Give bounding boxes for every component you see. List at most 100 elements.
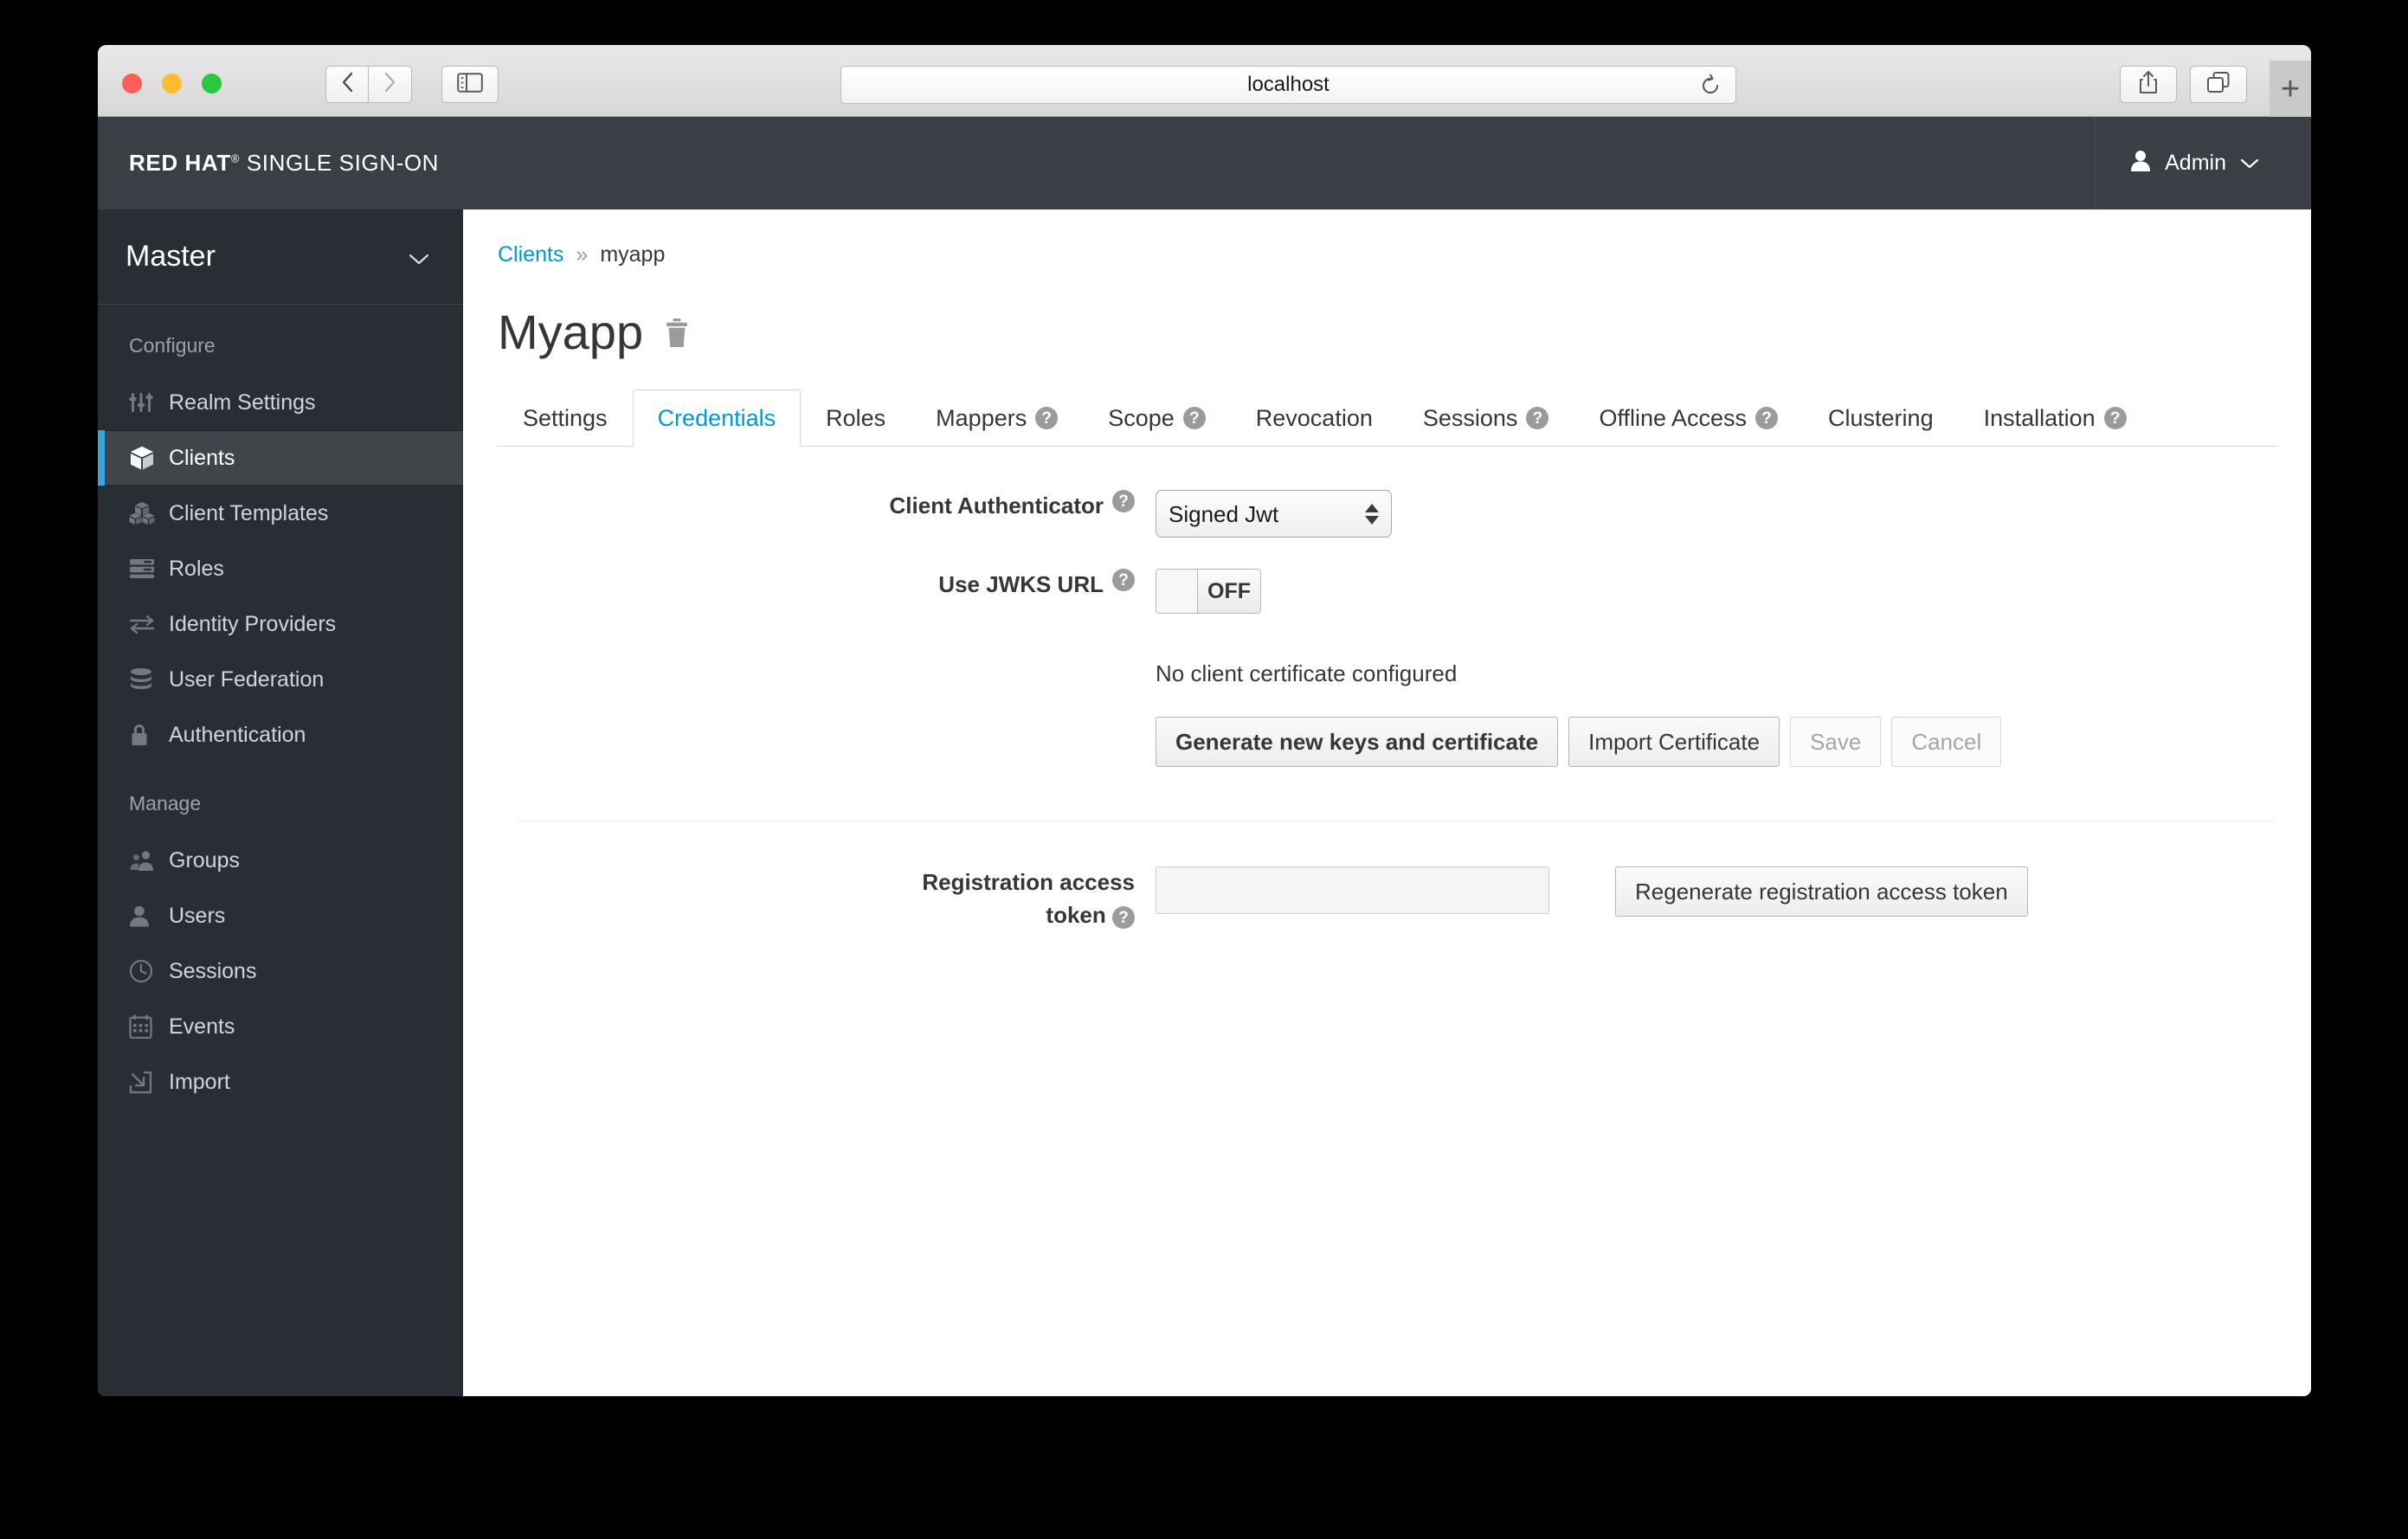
save-button[interactable]: Save xyxy=(1790,717,1882,767)
lock-icon xyxy=(129,723,169,747)
browser-window: localhost + RED HAT® SINGLE SIGN-ON Admi… xyxy=(98,45,2311,1396)
sidebar-item-label: Sessions xyxy=(169,958,257,983)
breadcrumb-current: myapp xyxy=(600,242,666,267)
tab-installation[interactable]: Installation ? xyxy=(1959,390,2152,447)
sidebar-toggle-button[interactable] xyxy=(441,66,499,103)
share-icon xyxy=(2138,70,2159,99)
sidebar-item-authentication[interactable]: Authentication xyxy=(98,707,463,763)
main-content: Clients » myapp Myapp Settings Credentia… xyxy=(463,209,2311,1396)
sidebar-item-label: Groups xyxy=(169,847,240,873)
cubes-icon xyxy=(129,501,169,525)
sidebar-item-identity-providers[interactable]: Identity Providers xyxy=(98,596,463,652)
credentials-form: Client Authenticator ? Signed Jwt Use JW… xyxy=(463,447,2311,931)
sidebar-item-label: Users xyxy=(169,903,226,928)
trash-icon[interactable] xyxy=(664,304,690,360)
brand-redhat: RED HAT xyxy=(129,150,231,176)
certificate-status-row: No client certificate configured Generat… xyxy=(463,648,2311,767)
sidebar-item-sessions[interactable]: Sessions xyxy=(98,943,463,999)
sidebar-toggle-icon xyxy=(457,72,483,97)
chevron-right-icon xyxy=(383,71,397,98)
use-jwks-url-toggle[interactable]: OFF xyxy=(1156,569,1261,614)
tab-roles[interactable]: Roles xyxy=(801,390,911,447)
breadcrumb: Clients » myapp xyxy=(463,209,2311,267)
back-button[interactable] xyxy=(325,66,369,103)
sidebar-item-label: Client Templates xyxy=(169,500,329,525)
help-icon[interactable]: ? xyxy=(1182,407,1206,429)
tab-offline-access[interactable]: Offline Access ? xyxy=(1574,390,1803,447)
sliders-icon xyxy=(129,390,169,415)
toggle-handle xyxy=(1156,570,1198,613)
sidebar: Master Configure Realm Settings Clients … xyxy=(98,209,463,1396)
client-authenticator-field: Signed Jwt xyxy=(1156,490,1392,538)
sidebar-item-realm-settings[interactable]: Realm Settings xyxy=(98,375,463,430)
cancel-button[interactable]: Cancel xyxy=(1891,717,2002,767)
forward-button[interactable] xyxy=(369,66,412,103)
tab-credentials[interactable]: Credentials xyxy=(632,390,802,447)
brand-product: SINGLE SIGN-ON xyxy=(246,150,440,176)
tab-label: Credentials xyxy=(657,404,776,431)
maximize-window-button[interactable] xyxy=(202,74,222,93)
tab-revocation[interactable]: Revocation xyxy=(1231,390,1398,447)
use-jwks-url-label: Use JWKS URL ? xyxy=(463,569,1156,602)
app-body: Master Configure Realm Settings Clients … xyxy=(98,209,2311,1396)
address-bar[interactable]: localhost xyxy=(840,66,1736,104)
brand-logo[interactable]: RED HAT® SINGLE SIGN-ON xyxy=(129,150,439,177)
reload-icon[interactable] xyxy=(1699,74,1722,101)
import-certificate-button[interactable]: Import Certificate xyxy=(1568,717,1780,767)
chevron-down-icon xyxy=(2240,151,2259,176)
tab-label: Mappers xyxy=(936,404,1027,431)
breadcrumb-clients-link[interactable]: Clients xyxy=(498,242,563,267)
calendar-icon xyxy=(129,1014,169,1039)
close-window-button[interactable] xyxy=(122,74,142,93)
help-icon[interactable]: ? xyxy=(1112,490,1135,512)
registration-token-field: Regenerate registration access token xyxy=(1156,866,2028,917)
minimize-window-button[interactable] xyxy=(162,74,182,93)
help-icon[interactable]: ? xyxy=(1035,407,1059,429)
tab-clustering[interactable]: Clustering xyxy=(1803,390,1959,447)
sidebar-item-roles[interactable]: Roles xyxy=(98,541,463,596)
registration-token-input[interactable] xyxy=(1156,866,1549,914)
registration-token-row: Registration access token ? Regenerate r… xyxy=(463,866,2311,931)
sidebar-item-label: Events xyxy=(169,1014,235,1039)
client-authenticator-label: Client Authenticator ? xyxy=(463,490,1156,523)
regenerate-registration-token-button[interactable]: Regenerate registration access token xyxy=(1615,866,2028,917)
cube-icon xyxy=(129,445,169,471)
help-icon[interactable]: ? xyxy=(1112,569,1135,591)
tab-sessions[interactable]: Sessions ? xyxy=(1398,390,1574,447)
label-text: Use JWKS URL xyxy=(938,571,1104,597)
tab-mappers[interactable]: Mappers ? xyxy=(911,390,1083,447)
help-icon[interactable]: ? xyxy=(1112,906,1135,930)
realm-selector[interactable]: Master xyxy=(98,209,463,305)
sidebar-item-events[interactable]: Events xyxy=(98,999,463,1054)
help-icon[interactable]: ? xyxy=(1755,407,1779,429)
new-tab-button[interactable]: + xyxy=(2270,61,2311,117)
database-icon xyxy=(129,667,169,692)
group-icon xyxy=(129,849,169,872)
tab-label: Clustering xyxy=(1828,404,1934,431)
share-button[interactable] xyxy=(2120,66,2177,103)
certificate-buttons: Generate new keys and certificate Import… xyxy=(1156,717,2012,767)
certificate-status-text: No client certificate configured xyxy=(1156,660,1458,686)
page-title: Myapp xyxy=(463,267,2311,360)
client-authenticator-select[interactable]: Signed Jwt xyxy=(1156,490,1392,538)
help-icon[interactable]: ? xyxy=(1526,407,1549,429)
generate-keys-button[interactable]: Generate new keys and certificate xyxy=(1156,717,1559,767)
nav-section-title-manage: Manage xyxy=(129,792,202,815)
tab-overview-button[interactable] xyxy=(2190,66,2247,103)
sidebar-item-clients[interactable]: Clients xyxy=(98,430,463,486)
window-controls xyxy=(122,74,222,93)
tab-settings[interactable]: Settings xyxy=(498,390,633,447)
user-menu[interactable]: Admin xyxy=(2130,149,2259,177)
exchange-icon xyxy=(129,614,169,634)
help-icon[interactable]: ? xyxy=(2103,407,2127,429)
nav-section-title-configure: Configure xyxy=(129,334,216,357)
tab-scope[interactable]: Scope ? xyxy=(1083,390,1231,447)
sidebar-item-user-federation[interactable]: User Federation xyxy=(98,652,463,707)
sidebar-item-groups[interactable]: Groups xyxy=(98,833,463,888)
tab-label: Scope xyxy=(1108,404,1175,431)
sidebar-item-import[interactable]: Import xyxy=(98,1054,463,1110)
registration-token-label: Registration access token ? xyxy=(463,866,1156,931)
sidebar-item-users[interactable]: Users xyxy=(98,888,463,943)
import-icon xyxy=(129,1071,169,1094)
sidebar-item-client-templates[interactable]: Client Templates xyxy=(98,486,463,541)
